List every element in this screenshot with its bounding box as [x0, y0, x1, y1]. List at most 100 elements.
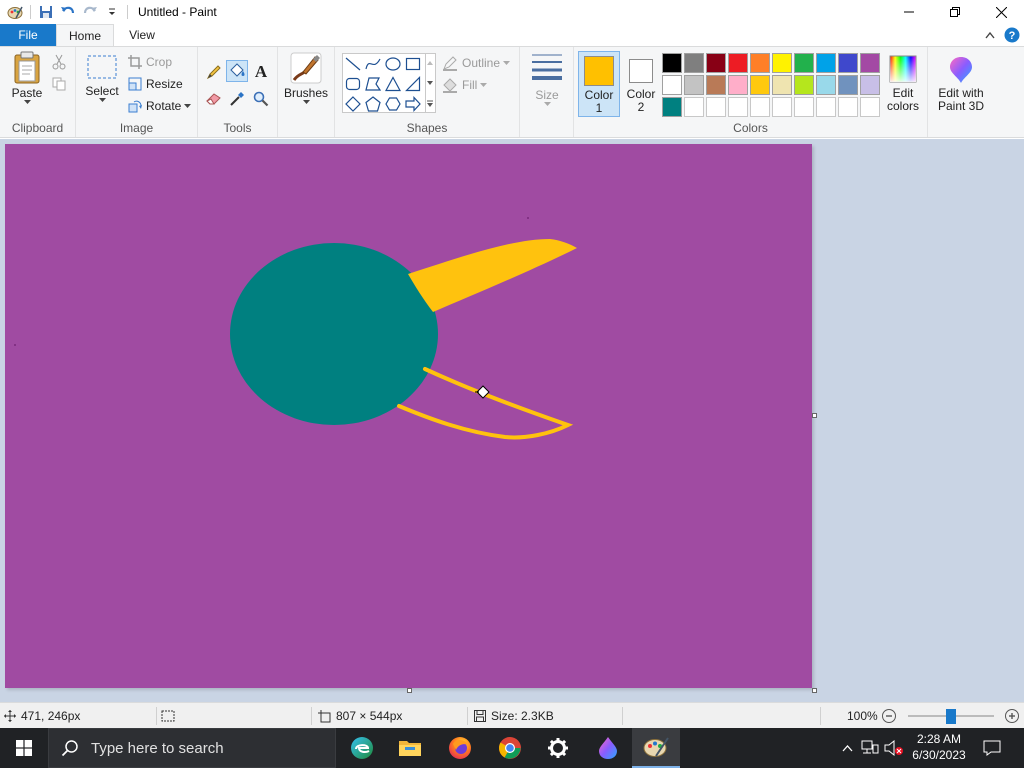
undo-button[interactable] — [57, 1, 79, 23]
palette-swatch[interactable] — [662, 53, 682, 73]
rotate-button[interactable]: Rotate — [128, 96, 195, 116]
shape-triangle[interactable] — [383, 74, 403, 94]
palette-swatch[interactable] — [684, 97, 704, 117]
notifications-button[interactable] — [976, 728, 1008, 768]
palette-swatch[interactable] — [750, 75, 770, 95]
shape-oval[interactable] — [383, 54, 403, 74]
shape-polygon[interactable] — [363, 74, 383, 94]
network-tray-button[interactable] — [858, 728, 882, 768]
shape-diamond[interactable] — [343, 94, 363, 114]
shape-rectangle[interactable] — [403, 54, 423, 74]
palette-swatch[interactable] — [838, 75, 858, 95]
palette-swatch[interactable] — [860, 75, 880, 95]
eraser-tool[interactable] — [203, 88, 225, 110]
palette-swatch[interactable] — [860, 53, 880, 73]
taskbar-search-box[interactable]: Type here to search — [48, 728, 336, 768]
tab-home[interactable]: Home — [56, 24, 114, 46]
palette-swatch[interactable] — [838, 97, 858, 117]
palette-swatch[interactable] — [838, 53, 858, 73]
taskbar-chrome[interactable] — [486, 728, 534, 768]
palette-swatch[interactable] — [728, 75, 748, 95]
start-button[interactable] — [0, 728, 48, 768]
palette-swatch[interactable] — [794, 97, 814, 117]
palette-swatch[interactable] — [772, 97, 792, 117]
palette-swatch[interactable] — [816, 53, 836, 73]
taskbar-file-explorer[interactable] — [386, 728, 434, 768]
select-button[interactable]: Select — [82, 51, 122, 103]
show-hidden-icons-button[interactable] — [838, 728, 856, 768]
size-button[interactable]: Size — [526, 51, 568, 107]
resize-handle-bottom[interactable] — [407, 688, 412, 693]
fill-tool[interactable] — [226, 60, 248, 82]
tab-view[interactable]: View — [116, 24, 168, 46]
shapes-gallery-scroll[interactable] — [426, 53, 436, 113]
palette-swatch[interactable] — [772, 53, 792, 73]
palette-swatch[interactable] — [750, 97, 770, 117]
crop-button[interactable]: Crop — [128, 52, 172, 72]
palette-swatch[interactable] — [794, 75, 814, 95]
resize-handle-right[interactable] — [812, 413, 817, 418]
redo-button[interactable] — [79, 1, 101, 23]
paint-app-icon[interactable] — [4, 1, 26, 23]
color1-button[interactable]: Color 1 — [578, 51, 620, 117]
color2-button[interactable]: Color 2 — [622, 51, 660, 117]
palette-swatch[interactable] — [684, 75, 704, 95]
edit-colors-button[interactable]: Edit colors — [882, 51, 924, 117]
palette-swatch[interactable] — [662, 97, 682, 117]
palette-swatch[interactable] — [662, 75, 682, 95]
drawing-canvas[interactable] — [5, 144, 812, 688]
shape-hexagon[interactable] — [383, 94, 403, 114]
palette-swatch[interactable] — [816, 97, 836, 117]
save-button[interactable] — [35, 1, 57, 23]
palette-swatch[interactable] — [750, 53, 770, 73]
taskbar-clock[interactable]: 2:28 AM 6/30/2023 — [906, 731, 972, 763]
minimize-button[interactable] — [886, 0, 932, 24]
volume-tray-button[interactable] — [882, 728, 906, 768]
taskbar-firefox[interactable] — [436, 728, 484, 768]
taskbar-settings[interactable] — [534, 728, 582, 768]
zoom-in-button[interactable] — [1004, 703, 1020, 729]
palette-swatch[interactable] — [860, 97, 880, 117]
brushes-button[interactable]: Brushes — [284, 51, 328, 105]
collapse-ribbon-button[interactable] — [980, 25, 1000, 45]
fill-button[interactable]: Fill — [442, 75, 491, 95]
taskbar-paint[interactable] — [632, 728, 680, 768]
shape-curve[interactable] — [363, 54, 383, 74]
shape-right-triangle[interactable] — [403, 74, 423, 94]
copy-button[interactable] — [48, 73, 70, 95]
edit-with-paint3d-button[interactable]: Edit with Paint 3D — [934, 51, 988, 117]
outline-button[interactable]: Outline — [442, 53, 514, 73]
text-tool[interactable]: A — [250, 61, 272, 83]
palette-swatch[interactable] — [706, 75, 726, 95]
customize-quick-access-button[interactable] — [101, 1, 123, 23]
zoom-slider-thumb[interactable] — [946, 709, 956, 724]
maximize-button[interactable] — [932, 0, 978, 24]
zoom-out-button[interactable] — [881, 703, 897, 729]
tab-file[interactable]: File — [0, 24, 56, 46]
canvas-work-area[interactable] — [0, 139, 1024, 702]
palette-swatch[interactable] — [706, 97, 726, 117]
close-button[interactable] — [978, 0, 1024, 24]
palette-swatch[interactable] — [794, 53, 814, 73]
taskbar-paint3d[interactable] — [584, 728, 632, 768]
palette-swatch[interactable] — [706, 53, 726, 73]
shape-line[interactable] — [343, 54, 363, 74]
cut-button[interactable] — [48, 51, 70, 73]
palette-swatch[interactable] — [816, 75, 836, 95]
palette-swatch[interactable] — [728, 97, 748, 117]
taskbar-edge[interactable] — [338, 728, 386, 768]
resize-handle-corner[interactable] — [812, 688, 817, 693]
shape-right-arrow[interactable] — [403, 94, 423, 114]
paste-button[interactable]: Paste — [6, 51, 48, 105]
palette-swatch[interactable] — [772, 75, 792, 95]
shape-pentagon[interactable] — [363, 94, 383, 114]
help-button[interactable]: ? — [1002, 25, 1022, 45]
palette-swatch[interactable] — [684, 53, 704, 73]
resize-button[interactable]: Resize — [128, 74, 183, 94]
palette-swatch[interactable] — [728, 53, 748, 73]
shape-rounded-rectangle[interactable] — [343, 74, 363, 94]
windows-logo-icon — [16, 740, 32, 756]
pencil-tool[interactable] — [203, 61, 225, 83]
magnifier-tool[interactable] — [250, 88, 272, 110]
color-picker-tool[interactable] — [226, 88, 248, 110]
